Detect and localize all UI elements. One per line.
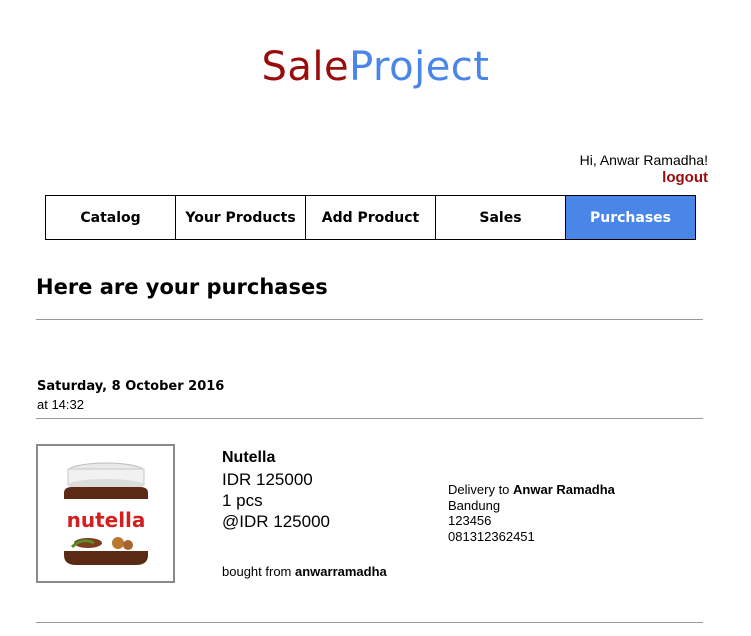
delivery-prefix: Delivery to: [448, 482, 510, 497]
page-title: Here are your purchases: [36, 275, 328, 299]
purchase-date: Saturday, 8 October 2016: [37, 379, 225, 394]
delivery-info: Delivery to Anwar Ramadha Bandung 123456…: [448, 482, 615, 544]
nutella-jar-icon: nutella: [63, 462, 148, 565]
seller-name: anwarramadha: [295, 564, 387, 579]
bought-from-prefix: bought from: [222, 564, 292, 579]
unit-price: @IDR 125000: [222, 512, 330, 531]
main-nav: Catalog Your Products Add Product Sales …: [45, 195, 696, 240]
tab-your-products[interactable]: Your Products: [176, 196, 306, 239]
date-divider: [36, 418, 703, 419]
tab-add-product[interactable]: Add Product: [306, 196, 436, 239]
product-name: Nutella: [222, 449, 276, 466]
purchase-total: IDR 125000: [222, 470, 313, 489]
logout-link[interactable]: logout: [662, 169, 708, 186]
site-logo[interactable]: SaleProject: [0, 44, 751, 90]
recipient-name: Anwar Ramadha: [513, 482, 615, 497]
tab-purchases[interactable]: Purchases: [566, 196, 695, 239]
tab-catalog[interactable]: Catalog: [46, 196, 176, 239]
delivery-phone: 081312362451: [448, 528, 535, 544]
logo-part-sale: Sale: [261, 44, 350, 90]
purchase-time: at 14:32: [37, 397, 84, 412]
delivery-postal-code: 123456: [448, 513, 492, 528]
logo-part-project: Project: [349, 44, 490, 90]
user-greeting: Hi, Anwar Ramadha!: [579, 152, 708, 168]
purchase-quantity: 1 pcs: [222, 491, 263, 510]
delivery-city: Bandung: [448, 497, 501, 513]
title-divider: [36, 319, 703, 320]
svg-text:nutella: nutella: [66, 508, 145, 532]
product-image: nutella: [36, 444, 175, 583]
delivery-line: Delivery to Anwar Ramadha: [448, 482, 615, 498]
tab-sales[interactable]: Sales: [436, 196, 566, 239]
purchase-divider: [36, 622, 703, 623]
bought-from: bought from anwarramadha: [222, 564, 387, 579]
